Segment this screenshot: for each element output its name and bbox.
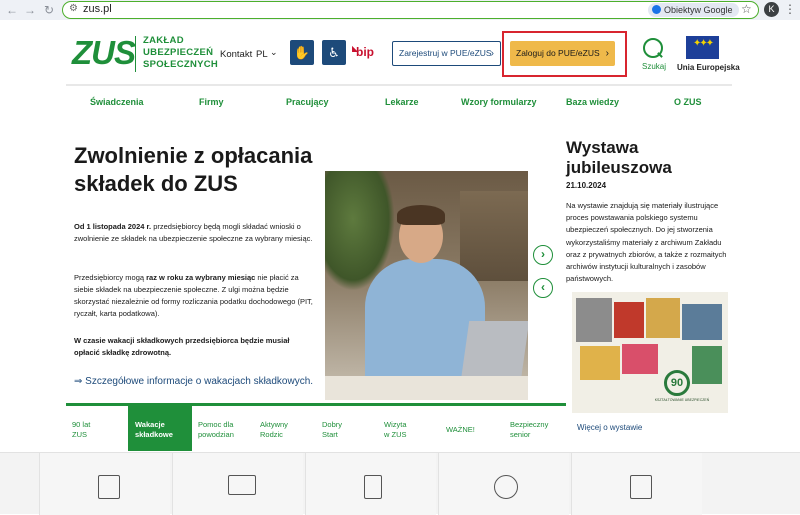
language-select[interactable]: PL (256, 49, 268, 60)
accessibility-icon[interactable]: ♿ (322, 40, 346, 65)
google-lens-button[interactable]: Obiektyw Google (648, 3, 739, 17)
collage-photo (576, 298, 612, 342)
photo-laptop (460, 321, 528, 381)
collage-photo (682, 304, 722, 340)
hero-paragraph-2: Przedsiębiorcy mogą raz w roku za wybran… (74, 272, 314, 320)
card-calculator[interactable] (305, 453, 436, 515)
tab-active-parent[interactable]: Aktywny Rodzic (260, 420, 288, 440)
computer-icon (228, 475, 256, 495)
side-text: Na wystawie znajdują się materiały ilust… (566, 201, 727, 284)
card-search[interactable] (438, 453, 569, 515)
service-cards (0, 452, 800, 515)
logo-line-1: ZAKŁAD (143, 35, 184, 46)
browser-toolbar: ← → ↻ ⚙ zus.pl Obiektyw Google ☆ K ⋮ (0, 0, 800, 20)
logo-text[interactable]: ZAKŁAD UBEZPIECZEŃ SPOŁECZNYCH (143, 35, 218, 71)
hero-paragraph-3: W czasie wakacji składkowych przedsiębio… (74, 335, 314, 359)
side-title: Wystawa jubileuszowa (566, 138, 672, 177)
tab-flood-aid[interactable]: Pomoc dla powodzian (198, 420, 234, 440)
nav-employed[interactable]: Pracujący (286, 97, 329, 107)
more-about-exhibition-link[interactable]: Więcej o wystawie (577, 423, 642, 432)
magnifier-icon (494, 475, 518, 499)
login-label: Zaloguj do PUE/eZUS (516, 48, 600, 58)
register-label: Zarejestruj w PUE/eZUS (399, 48, 492, 58)
main-nav-divider (66, 84, 732, 86)
tab-good-start[interactable]: Dobry Start (322, 420, 342, 440)
chevron-down-icon[interactable]: ⌄ (270, 47, 278, 58)
logo-line-2: UBEZPIECZEŃ (143, 47, 214, 58)
lens-icon (652, 5, 661, 14)
sign-language-icon[interactable]: ✋ (290, 40, 314, 65)
nav-knowledge-base[interactable]: Baza wiedzy (566, 97, 619, 107)
exhibition-caption: KSZTAŁTOWANIE UBEZPIECZEŃ (654, 398, 710, 402)
login-button[interactable]: Zaloguj do PUE/eZUS › (510, 41, 615, 66)
tab-safe-senior[interactable]: Bezpieczny senior (510, 420, 548, 440)
collage-photo (580, 346, 620, 380)
hero-p2-text-a: Przedsiębiorcy mogą (74, 273, 147, 282)
hero-photo (325, 171, 528, 400)
nav-companies[interactable]: Firmy (199, 97, 224, 107)
lens-label: Obiektyw Google (664, 5, 733, 15)
forms-icon (630, 475, 652, 499)
forward-icon[interactable]: → (22, 2, 38, 18)
profile-avatar[interactable]: K (764, 2, 779, 17)
zus-logo[interactable]: ZUS (72, 36, 136, 70)
photo-person-hair (397, 205, 445, 225)
prev-slide-icon[interactable]: ‹ (533, 278, 553, 298)
back-icon[interactable]: ← (4, 2, 20, 18)
contact-link[interactable]: Kontakt (220, 49, 252, 60)
tab-90-years[interactable]: 90 lat ZUS (72, 420, 90, 440)
calculator-icon (364, 475, 382, 499)
card-computer[interactable] (172, 453, 303, 515)
chevron-right-icon: › (605, 48, 609, 59)
search-icon[interactable] (643, 38, 663, 58)
browser-menu-icon[interactable]: ⋮ (784, 2, 796, 16)
hero-paragraph-1: Od 1 listopada 2024 r. przedsiębiorcy bę… (74, 221, 314, 245)
photo-desk (325, 376, 528, 400)
logo-line-3: SPOŁECZNYCH (143, 59, 219, 70)
exhibition-image[interactable]: 90 KSZTAŁTOWANIE UBEZPIECZEŃ (572, 292, 728, 413)
hero-details-link[interactable]: ⇒ Szczegółowe informacje o wakacjach skł… (74, 376, 313, 387)
collage-photo (622, 344, 658, 374)
address-bar[interactable]: ⚙ zus.pl Obiektyw Google ☆ (62, 1, 759, 19)
photo-shelf (460, 191, 528, 281)
chevron-right-icon: › (490, 48, 494, 59)
nav-benefits[interactable]: Świadczenia (90, 97, 144, 107)
hero-p3-bold: W czasie wakacji składkowych przedsiębio… (74, 336, 290, 357)
hero-p1-bold: Od 1 listopada 2024 r. (74, 222, 152, 231)
anniversary-badge: 90 (664, 370, 690, 396)
hero-p2-bold: raz w roku za wybrany miesiąc (146, 273, 256, 282)
nav-doctors[interactable]: Lekarze (385, 97, 419, 107)
tab-important[interactable]: WAŻNE! (446, 425, 475, 435)
eu-flag-icon[interactable]: ✦✦✦ (686, 36, 719, 59)
side-date: 21.10.2024 (566, 181, 607, 190)
nav-forms[interactable]: Wzory formularzy (461, 97, 537, 107)
next-slide-icon[interactable]: › (533, 245, 553, 265)
collage-photo (692, 346, 722, 384)
card-forms[interactable] (571, 453, 702, 515)
tab-zus-visit[interactable]: Wizyta w ZUS (384, 420, 407, 440)
card-document[interactable] (39, 453, 170, 515)
collage-photo (646, 298, 680, 338)
eu-label[interactable]: Unia Europejska (677, 63, 740, 72)
reload-icon[interactable]: ↻ (41, 2, 57, 18)
nav-about[interactable]: O ZUS (674, 97, 702, 107)
register-button[interactable]: Zarejestruj w PUE/eZUS › (392, 41, 501, 66)
collage-photo (614, 302, 644, 338)
tab-contribution-holidays[interactable]: Wakacje składkowe (135, 420, 173, 440)
search-label[interactable]: Szukaj (642, 62, 666, 71)
hero-title: Zwolnienie z opłacania składek do ZUS (74, 143, 313, 196)
document-icon (98, 475, 120, 499)
bookmark-star-icon[interactable]: ☆ (741, 2, 752, 16)
logo-divider (135, 36, 136, 72)
url-text[interactable]: zus.pl (83, 3, 112, 15)
bip-link[interactable]: bip (356, 45, 374, 59)
site-info-icon[interactable]: ⚙ (69, 3, 78, 14)
